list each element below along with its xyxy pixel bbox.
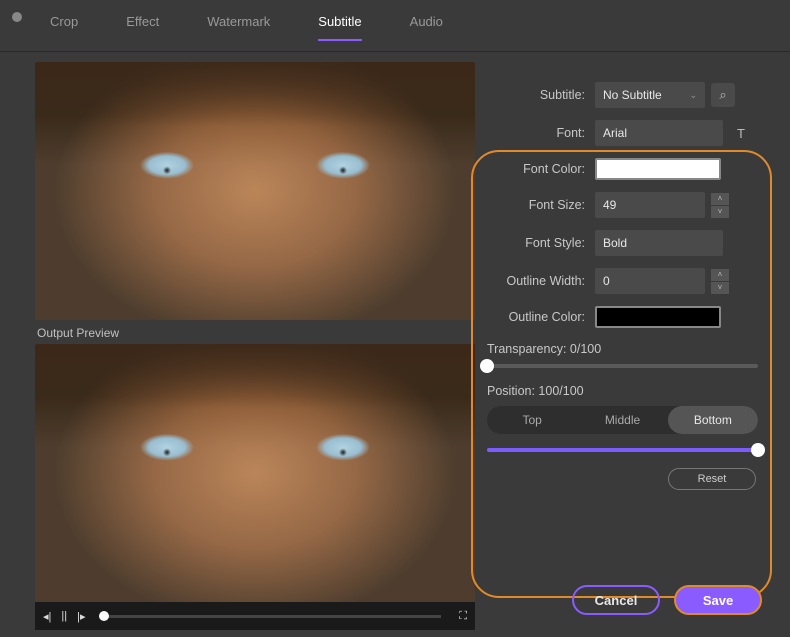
fullscreen-icon[interactable]: ⛶ [459,610,467,623]
subtitle-settings-panel: Subtitle: No Subtitle ⌄ ⌕ Font: Arial T [475,52,790,637]
tab-watermark[interactable]: Watermark [207,14,270,41]
tab-effect[interactable]: Effect [126,14,159,41]
transparency-thumb[interactable] [480,359,494,373]
font-size-label: Font Size: [475,198,595,212]
reset-button[interactable]: Reset [668,468,756,490]
font-select-value: Arial [603,126,627,140]
window-control-dot [12,12,22,22]
font-style-label: Font Style: [475,236,595,250]
font-size-value: 49 [603,198,616,212]
subtitle-label: Subtitle: [475,88,595,102]
font-size-down[interactable]: ˅ [711,206,729,218]
source-preview [35,62,475,320]
subtitle-select-value: No Subtitle [603,88,662,102]
font-style-select[interactable]: Bold [595,230,723,256]
tab-audio[interactable]: Audio [410,14,443,41]
output-preview-label: Output Preview [37,326,475,340]
output-preview [35,344,475,602]
preview-column: Output Preview ◂| || |▸ ⛶ [0,52,475,637]
outline-color-label: Outline Color: [475,310,595,324]
playback-progress[interactable] [104,615,442,618]
search-subtitle-button[interactable]: ⌕ [711,83,735,107]
transparency-label: Transparency: 0/100 [487,342,770,356]
player-bar: ◂| || |▸ ⛶ [35,602,475,630]
position-thumb[interactable] [751,443,765,457]
search-icon: ⌕ [719,87,726,103]
transparency-slider[interactable] [487,364,758,368]
position-middle[interactable]: Middle [577,406,667,434]
step-back-icon[interactable]: ◂| [43,610,51,623]
cancel-button[interactable]: Cancel [572,585,660,615]
position-bottom[interactable]: Bottom [668,406,758,434]
position-label: Position: 100/100 [487,384,770,398]
outline-width-value: 0 [603,274,610,288]
outline-width-up[interactable]: ˄ [711,269,729,281]
tab-crop[interactable]: Crop [50,14,78,41]
font-color-label: Font Color: [475,162,595,176]
font-select[interactable]: Arial [595,120,723,146]
footer-buttons: Cancel Save [572,585,762,615]
font-size-up[interactable]: ˄ [711,193,729,205]
play-pause-icon[interactable]: || [61,610,67,622]
outline-width-down[interactable]: ˅ [711,282,729,294]
position-slider[interactable] [487,448,758,452]
outline-width-label: Outline Width: [475,274,595,288]
font-style-value: Bold [603,236,627,250]
subtitle-select[interactable]: No Subtitle ⌄ [595,82,705,108]
step-fwd-icon[interactable]: |▸ [77,610,85,623]
text-style-button[interactable]: T [729,121,753,145]
playback-thumb[interactable] [99,611,109,621]
position-segmented: Top Middle Bottom [487,406,758,434]
position-top[interactable]: Top [487,406,577,434]
font-size-input[interactable]: 49 [595,192,705,218]
font-color-swatch[interactable] [595,158,721,180]
chevron-down-icon: ⌄ [689,90,697,101]
font-label: Font: [475,126,595,140]
outline-width-input[interactable]: 0 [595,268,705,294]
save-button[interactable]: Save [674,585,762,615]
tab-subtitle[interactable]: Subtitle [318,14,361,41]
tab-bar: Crop Effect Watermark Subtitle Audio [0,0,790,52]
text-style-icon: T [737,126,745,141]
outline-color-swatch[interactable] [595,306,721,328]
